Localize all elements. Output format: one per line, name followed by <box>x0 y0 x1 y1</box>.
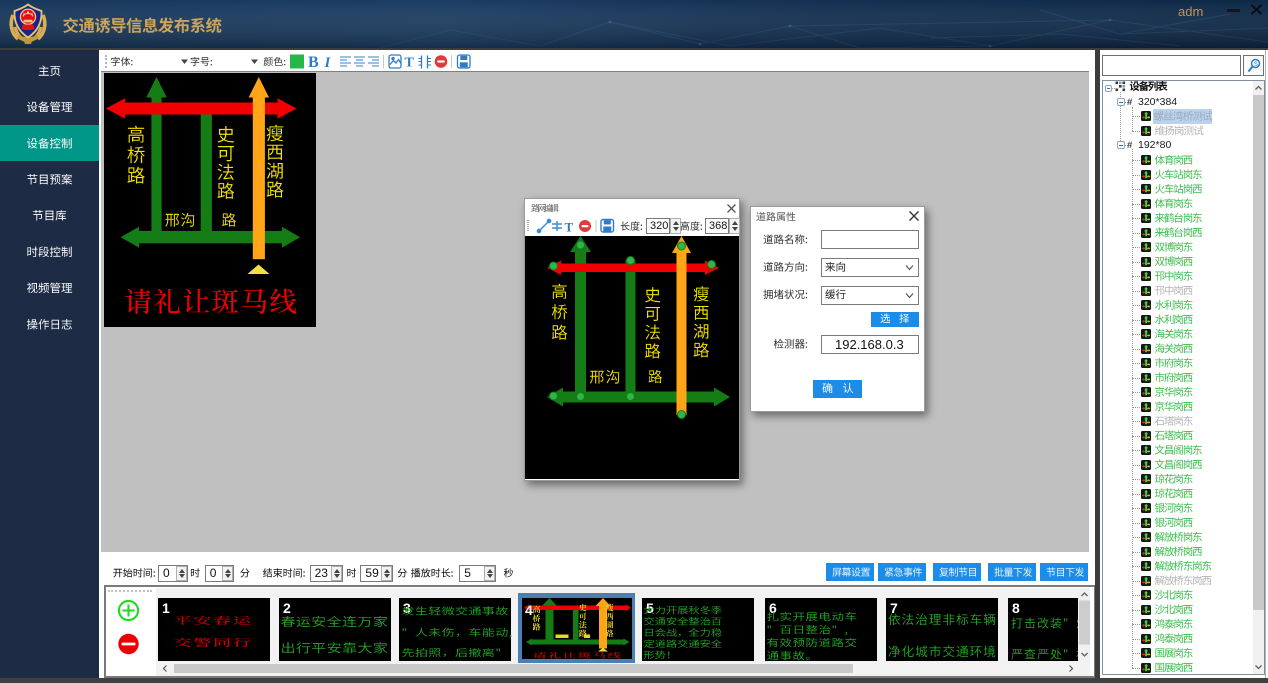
svg-text:B: B <box>308 54 319 71</box>
svg-text:T: T <box>565 220 574 235</box>
svg-text:T: T <box>405 56 415 71</box>
svg-text:I: I <box>324 55 332 71</box>
svg-text:S: S <box>1254 62 1258 68</box>
